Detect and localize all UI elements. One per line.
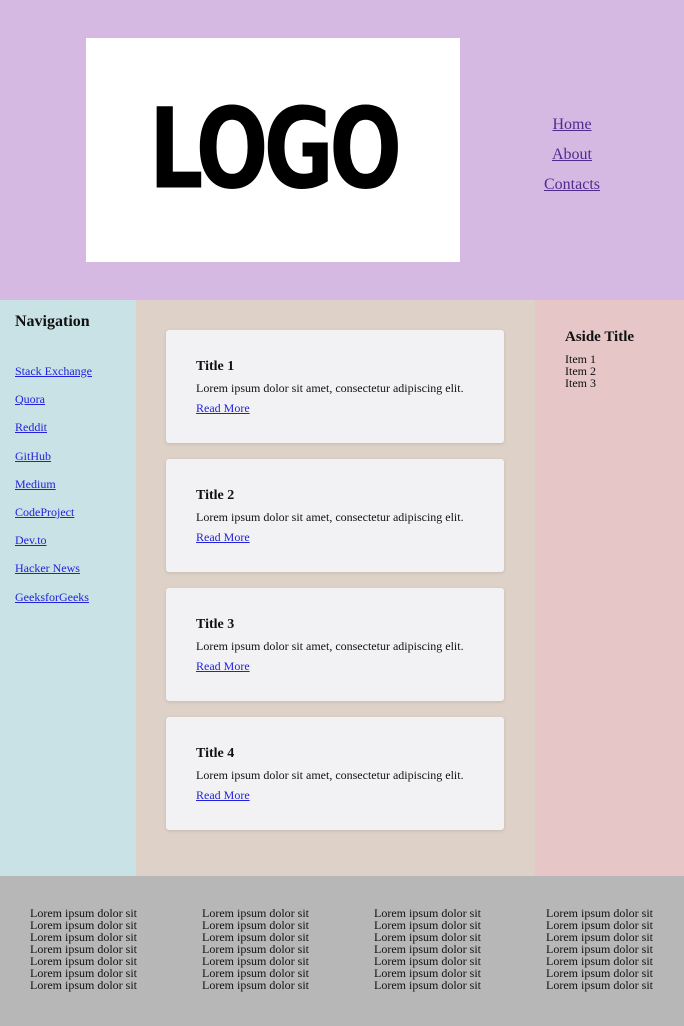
card-text: Lorem ipsum dolor sit amet, consectetur …: [196, 639, 464, 653]
site-footer: Lorem ipsum dolor sit Lorem ipsum dolor …: [0, 876, 684, 1026]
aside-title: Aside Title: [565, 329, 635, 345]
sidebar-link-list: Stack Exchange Quora Reddit GitHub Mediu…: [15, 357, 92, 611]
card-title: Title 1: [196, 359, 235, 374]
footer-line: Lorem ipsum dolor sit: [374, 978, 481, 992]
card-title: Title 4: [196, 746, 235, 761]
list-item: GitHub: [15, 442, 92, 470]
sidebar-link-github[interactable]: GitHub: [15, 449, 51, 463]
sidebar-link-stack-exchange[interactable]: Stack Exchange: [15, 364, 92, 378]
article-card-3: Title 3 Lorem ipsum dolor sit amet, cons…: [166, 588, 504, 701]
nav-link-contacts[interactable]: Contacts: [520, 170, 624, 200]
logo-text: LOGO: [148, 85, 403, 215]
card-title: Title 3: [196, 617, 235, 632]
card-text: Lorem ipsum dolor sit amet, consectetur …: [196, 381, 464, 395]
read-more-link[interactable]: Read More: [196, 788, 250, 803]
list-item: CodeProject: [15, 498, 92, 526]
aside-item-list: Item 1 Item 2 Item 3: [565, 353, 596, 389]
sidebar-link-geeksforgeeks[interactable]: GeeksforGeeks: [15, 590, 89, 604]
article-card-4: Title 4 Lorem ipsum dolor sit amet, cons…: [166, 717, 504, 830]
article-card-2: Title 2 Lorem ipsum dolor sit amet, cons…: [166, 459, 504, 572]
card-title: Title 2: [196, 488, 235, 503]
nav-link-about[interactable]: About: [520, 140, 624, 170]
sidebar-title: Navigation: [15, 313, 90, 330]
list-item: GeeksforGeeks: [15, 583, 92, 611]
list-item: Medium: [15, 470, 92, 498]
footer-line: Lorem ipsum dolor sit: [546, 978, 653, 992]
card-text: Lorem ipsum dolor sit amet, consectetur …: [196, 768, 464, 782]
nav-link-home[interactable]: Home: [520, 110, 624, 140]
sidebar-link-devto[interactable]: Dev.to: [15, 533, 47, 547]
list-item: Hacker News: [15, 554, 92, 582]
logo[interactable]: LOGO: [86, 38, 460, 262]
sidebar-link-reddit[interactable]: Reddit: [15, 420, 47, 434]
footer-line: Lorem ipsum dolor sit: [202, 978, 309, 992]
sidebar-link-codeproject[interactable]: CodeProject: [15, 505, 74, 519]
site-header: LOGO Home About Contacts: [0, 0, 684, 300]
footer-column-3: Lorem ipsum dolor sit Lorem ipsum dolor …: [374, 907, 481, 991]
footer-column-1: Lorem ipsum dolor sit Lorem ipsum dolor …: [30, 907, 137, 991]
list-item: Reddit: [15, 413, 92, 441]
aside-panel: Aside Title Item 1 Item 2 Item 3: [535, 300, 684, 876]
aside-item: Item 3: [565, 376, 596, 390]
top-navigation: Home About Contacts: [520, 110, 624, 200]
footer-column-2: Lorem ipsum dolor sit Lorem ipsum dolor …: [202, 907, 309, 991]
read-more-link[interactable]: Read More: [196, 401, 250, 416]
footer-column-4: Lorem ipsum dolor sit Lorem ipsum dolor …: [546, 907, 653, 991]
sidebar-navigation: Navigation Stack Exchange Quora Reddit G…: [0, 300, 136, 876]
article-card-1: Title 1 Lorem ipsum dolor sit amet, cons…: [166, 330, 504, 443]
card-text: Lorem ipsum dolor sit amet, consectetur …: [196, 510, 464, 524]
footer-line: Lorem ipsum dolor sit: [30, 978, 137, 992]
sidebar-link-quora[interactable]: Quora: [15, 392, 45, 406]
read-more-link[interactable]: Read More: [196, 530, 250, 545]
main-content: Title 1 Lorem ipsum dolor sit amet, cons…: [136, 300, 535, 876]
list-item: Quora: [15, 385, 92, 413]
sidebar-link-medium[interactable]: Medium: [15, 477, 56, 491]
sidebar-link-hacker-news[interactable]: Hacker News: [15, 561, 80, 575]
read-more-link[interactable]: Read More: [196, 659, 250, 674]
list-item: Stack Exchange: [15, 357, 92, 385]
list-item: Dev.to: [15, 526, 92, 554]
